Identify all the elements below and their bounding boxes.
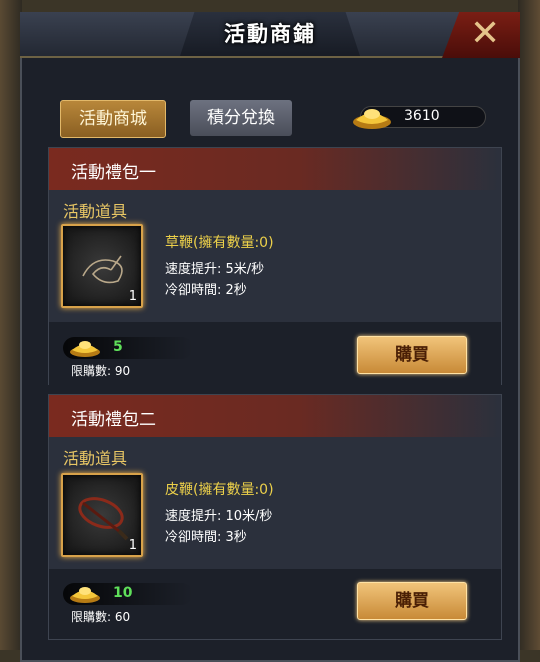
stat-speed: 速度提升: 5米/秒 bbox=[165, 262, 265, 277]
price-value: 10 bbox=[113, 585, 133, 601]
item-name: 草鞭(擁有數量:0) bbox=[165, 235, 274, 251]
buy-button[interactable]: 購買 bbox=[357, 336, 467, 374]
tab-points-exchange[interactable]: 積分兌換 bbox=[190, 100, 292, 136]
item-count: 1 bbox=[128, 289, 137, 304]
pack-card-2: 活動禮包二 活動道具 1 皮鞭(擁有數量:0) 速度提升: 10米/秒 冷卻時間… bbox=[48, 394, 502, 640]
window-title: 活動商鋪 bbox=[224, 22, 316, 46]
pack-title: 活動禮包一 bbox=[71, 163, 156, 183]
background-right bbox=[518, 0, 540, 650]
item-name: 皮鞭(擁有數量:0) bbox=[165, 482, 274, 498]
close-x-icon[interactable]: ✕ bbox=[470, 14, 500, 54]
section-label: 活動道具 bbox=[63, 202, 128, 221]
tab-activity-mall[interactable]: 活動商城 bbox=[60, 100, 166, 138]
leather-whip-icon[interactable]: 1 bbox=[61, 473, 143, 557]
gold-ingot-icon bbox=[353, 109, 391, 129]
price-value: 5 bbox=[113, 339, 123, 355]
buy-button[interactable]: 購買 bbox=[357, 582, 467, 620]
pack-title: 活動禮包二 bbox=[71, 410, 156, 430]
grass-whip-icon[interactable]: 1 bbox=[61, 224, 143, 308]
item-count: 1 bbox=[128, 538, 137, 553]
currency-amount: 3610 bbox=[404, 108, 440, 124]
pack-card-1: 活動禮包一 活動道具 1 草鞭(擁有數量:0) 速度提升: 5米/秒 冷卻時間:… bbox=[48, 147, 502, 392]
gold-ingot-icon bbox=[70, 341, 100, 357]
purchase-limit: 限購數: 90 bbox=[71, 364, 131, 378]
gold-ingot-icon bbox=[70, 587, 100, 603]
stat-speed: 速度提升: 10米/秒 bbox=[165, 509, 273, 524]
stat-cooldown: 冷卻時間: 3秒 bbox=[165, 530, 247, 545]
purchase-limit: 限購數: 60 bbox=[71, 610, 131, 624]
stat-cooldown: 冷卻時間: 2秒 bbox=[165, 283, 247, 298]
section-label: 活動道具 bbox=[63, 449, 128, 468]
background-left bbox=[0, 0, 22, 650]
